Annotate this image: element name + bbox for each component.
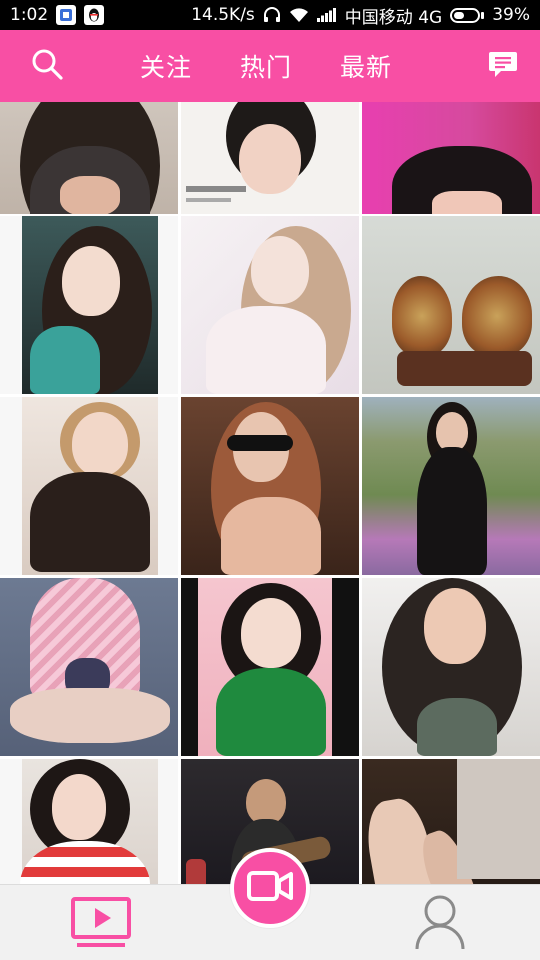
signal-icon	[316, 8, 337, 22]
stream-thumbnail[interactable]	[362, 578, 540, 756]
stream-thumbnail[interactable]	[0, 759, 178, 884]
tab-hot[interactable]: 热门	[240, 48, 292, 84]
nav-profile[interactable]	[405, 893, 475, 955]
stream-thumbnail[interactable]	[0, 397, 178, 575]
go-live-button[interactable]	[230, 848, 310, 928]
gallery-icon	[56, 5, 77, 25]
wifi-icon	[289, 7, 309, 23]
stream-thumbnail[interactable]	[181, 397, 359, 575]
status-bar-right: 14.5K/s 中国移动 4G 39%	[191, 3, 530, 28]
person-icon	[414, 893, 466, 955]
stream-thumbnail[interactable]	[181, 216, 359, 394]
stream-thumbnail[interactable]	[181, 578, 359, 756]
feed-tabs: 关注 热门 最新	[140, 30, 392, 102]
stream-thumbnail[interactable]	[362, 102, 540, 214]
battery-percent: 39%	[492, 5, 530, 25]
live-stream-grid	[0, 102, 540, 884]
stream-thumbnail[interactable]	[181, 102, 359, 214]
battery-icon	[450, 7, 485, 23]
status-bar-left: 1:02	[10, 5, 105, 25]
net-speed: 14.5K/s	[191, 5, 255, 25]
stream-thumbnail[interactable]	[0, 578, 178, 756]
stream-thumbnail[interactable]	[0, 102, 178, 214]
tv-play-icon	[69, 895, 133, 955]
stream-thumbnail[interactable]	[0, 216, 178, 394]
video-camera-icon	[246, 869, 294, 907]
stream-thumbnail[interactable]	[362, 759, 540, 884]
carrier-label: 中国移动 4G	[344, 7, 443, 28]
tab-follow[interactable]: 关注	[140, 48, 192, 84]
tab-latest[interactable]: 最新	[340, 48, 392, 84]
nav-live-list[interactable]	[66, 895, 136, 955]
search-button[interactable]	[25, 44, 69, 88]
messages-button[interactable]	[481, 44, 525, 88]
message-icon	[487, 48, 519, 84]
stream-thumbnail[interactable]	[362, 216, 540, 394]
status-time: 1:02	[10, 5, 49, 25]
status-bar: 1:02 14.5K/s 中国移动 4G 39%	[0, 0, 540, 30]
top-bar: 关注 热门 最新	[0, 30, 540, 102]
search-icon	[30, 47, 64, 85]
stream-thumbnail[interactable]	[362, 397, 540, 575]
headphones-icon	[263, 7, 281, 23]
qq-penguin-icon	[84, 5, 105, 25]
